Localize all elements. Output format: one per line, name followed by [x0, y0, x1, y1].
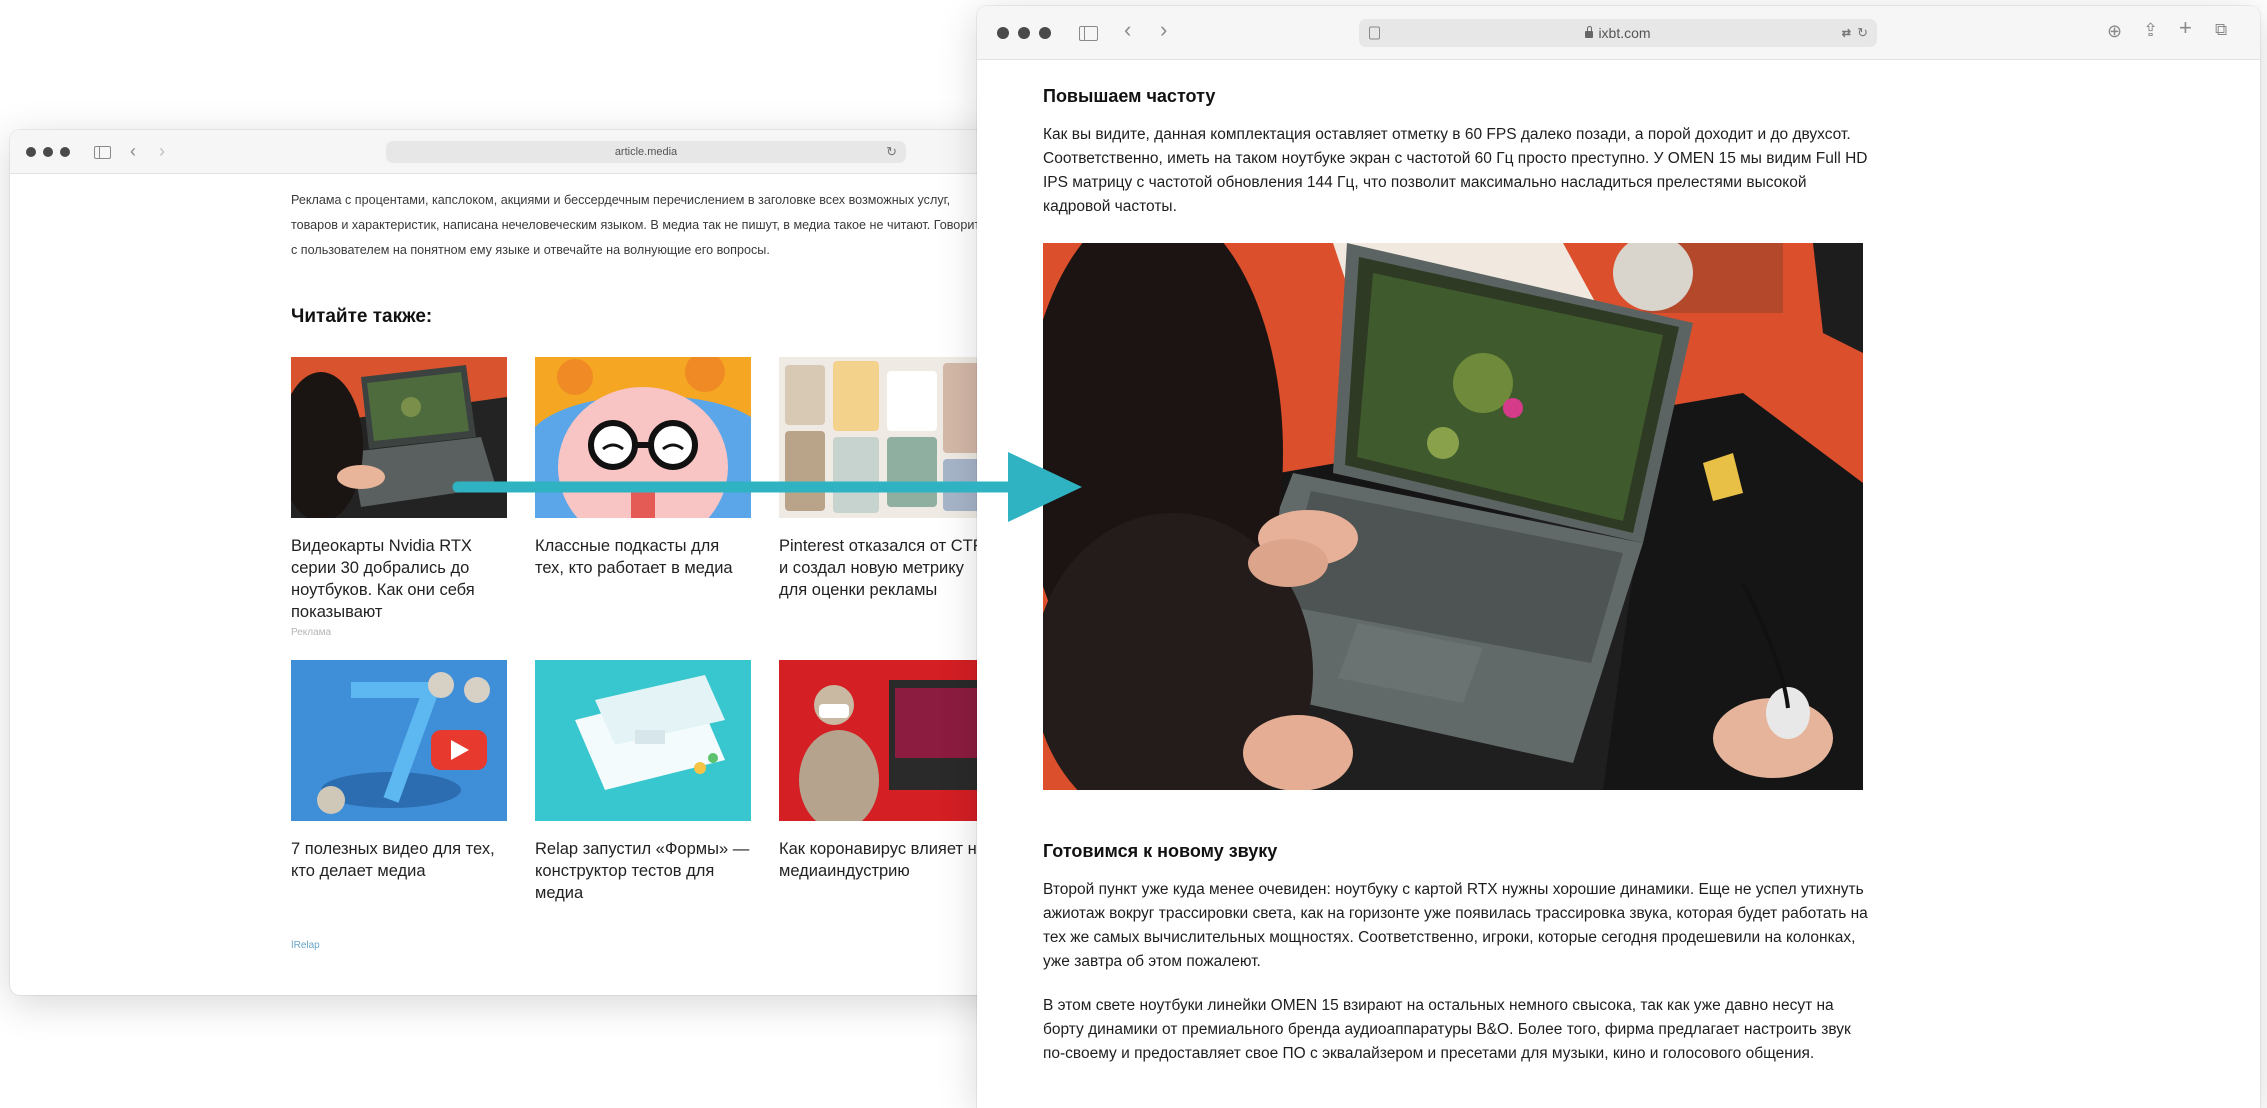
card-title[interactable]: 7 полезных видео для тех, кто делает мед… [291, 838, 507, 882]
right-page-content: Повышаем частоту Как вы видите, данная к… [977, 60, 2260, 1108]
minimize-window-button[interactable] [43, 147, 53, 157]
related-card[interactable]: 7 полезных видео для тех, кто делает мед… [291, 660, 507, 882]
minimize-window-button[interactable] [1018, 27, 1030, 39]
reader-icon[interactable] [1369, 26, 1380, 40]
chevron-right-icon[interactable]: › [159, 141, 165, 161]
related-card[interactable]: Видеокарты Nvidia RTX серии 30 добрались… [291, 357, 507, 638]
left-page-content: Реклама с процентами, капслоком, акциями… [10, 174, 1010, 995]
card-thumbnail[interactable] [535, 660, 751, 821]
card-thumbnail[interactable] [291, 357, 507, 518]
section-heading: Повышаем частоту [1043, 86, 1216, 106]
article-paragraph: Как вы видите, данная комплектация остав… [1043, 126, 1868, 215]
related-card[interactable]: Pinterest отказался от CTR и создал нову… [779, 357, 995, 601]
related-card[interactable]: Как коронавирус влияет на медиаиндустрию [779, 660, 995, 882]
window-controls [26, 147, 70, 157]
share-icon[interactable]: ⇪ [2143, 20, 2158, 40]
relap-label[interactable]: Relap [294, 940, 320, 951]
url-text: ixbt.com [1598, 25, 1651, 41]
ad-label: Реклама [291, 627, 332, 638]
reload-icon[interactable]: ↻ [1857, 25, 1868, 41]
article-paragraph: Второй пункт уже куда менее очевиден: но… [1043, 881, 1868, 970]
card-thumbnail[interactable] [779, 357, 995, 518]
address-bar[interactable]: article.media ↻ [386, 141, 906, 163]
tabs-overview-icon[interactable]: ⧉ [2215, 20, 2227, 40]
reload-icon[interactable]: ↻ [886, 144, 897, 160]
card-thumbnail[interactable] [535, 357, 751, 518]
card-title[interactable]: Видеокарты Nvidia RTX серии 30 добрались… [291, 535, 507, 623]
sidebar-icon[interactable] [94, 146, 111, 159]
left-toolbar: ‹ › article.media ↻ [10, 130, 1010, 174]
relap-brand[interactable]: ǀRelap [291, 940, 320, 951]
zoom-window-button[interactable] [1039, 27, 1051, 39]
left-browser-window: ‹ › article.media ↻ Реклама с процентами… [10, 130, 1010, 995]
article-photo [1043, 243, 1863, 790]
chevron-right-icon[interactable]: › [1160, 19, 1167, 41]
sidebar-icon[interactable] [1079, 26, 1098, 41]
card-title[interactable]: Как коронавирус влияет на медиаиндустрию [779, 838, 995, 882]
read-also-title: Читайте также: [291, 306, 433, 327]
chevron-left-icon[interactable]: ‹ [130, 141, 136, 161]
window-controls [997, 27, 1051, 39]
translate-icon[interactable]: ⇄ [1842, 27, 1851, 40]
lock-icon [1585, 25, 1594, 38]
card-title[interactable]: Классные подкасты для тех, кто работает … [535, 535, 751, 579]
url-text: article.media [614, 146, 678, 158]
zoom-window-button[interactable] [60, 147, 70, 157]
close-window-button[interactable] [26, 147, 36, 157]
close-window-button[interactable] [997, 27, 1009, 39]
card-thumbnail[interactable] [779, 660, 995, 821]
related-card[interactable]: Relap запустил «Формы» — конструктор тес… [535, 660, 751, 904]
section-heading: Готовимся к новому звуку [1043, 841, 1278, 861]
related-card[interactable]: Классные подкасты для тех, кто работает … [535, 357, 751, 579]
download-icon[interactable]: ⊕ [2107, 21, 2122, 41]
intro-paragraph: Реклама с процентами, капслоком, акциями… [291, 193, 987, 257]
address-bar[interactable]: ixbt.com ⇄ ↻ [1359, 19, 1877, 47]
chevron-left-icon[interactable]: ‹ [1124, 19, 1131, 41]
card-title[interactable]: Relap запустил «Формы» — конструктор тес… [535, 838, 751, 904]
right-browser-window: ‹ › ixbt.com ⇄ ↻ ⊕ ⇪ + ⧉ Повышаем частот… [977, 6, 2260, 1108]
card-thumbnail[interactable] [291, 660, 507, 821]
card-title[interactable]: Pinterest отказался от CTR и создал нову… [779, 535, 995, 601]
article-paragraph: В этом свете ноутбуки линейки OMEN 15 вз… [1043, 997, 1851, 1062]
plus-icon[interactable]: + [2179, 17, 2192, 39]
right-toolbar: ‹ › ixbt.com ⇄ ↻ ⊕ ⇪ + ⧉ [977, 6, 2260, 60]
